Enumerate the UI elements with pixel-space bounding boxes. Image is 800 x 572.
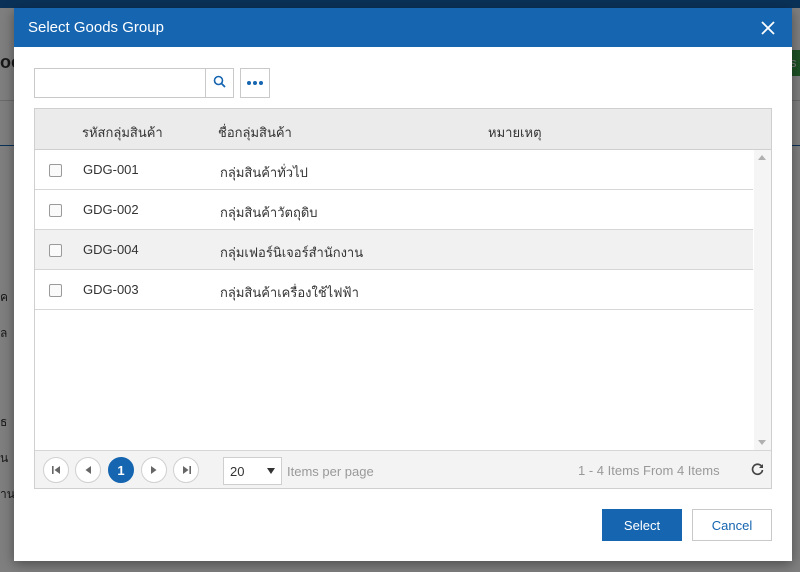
table-row[interactable]: GDG-004 กลุ่มเฟอร์นิเจอร์สำนักงาน: [35, 230, 753, 270]
close-icon[interactable]: [760, 20, 776, 36]
row-code: GDG-003: [83, 282, 139, 297]
row-name: กลุ่มสินค้าวัตถุดิบ: [220, 205, 318, 220]
table-row[interactable]: GDG-001 กลุ่มสินค้าทั่วไป: [35, 150, 753, 190]
last-page-icon: [182, 466, 191, 474]
row-code: GDG-001: [83, 162, 139, 177]
more-options-button[interactable]: [240, 68, 270, 98]
dialog-title: Select Goods Group: [28, 19, 164, 36]
prev-page-button[interactable]: [75, 457, 101, 483]
column-header-code[interactable]: รหัสกลุ่มสินค้า: [82, 122, 163, 143]
refresh-icon[interactable]: [750, 462, 764, 476]
first-page-button[interactable]: [43, 457, 69, 483]
table-row[interactable]: GDG-003 กลุ่มสินค้าเครื่องใช้ไฟฟ้า: [35, 270, 753, 310]
row-name: กลุ่มสินค้าเครื่องใช้ไฟฟ้า: [220, 285, 359, 300]
dialog-toolbar: [34, 68, 270, 98]
items-summary: 1 - 4 Items From 4 Items: [578, 463, 720, 478]
row-checkbox[interactable]: [49, 164, 62, 177]
row-name: กลุ่มเฟอร์นิเจอร์สำนักงาน: [220, 245, 364, 260]
column-header-remark[interactable]: หมายเหตุ: [488, 122, 542, 143]
scroll-down-icon[interactable]: [758, 440, 766, 445]
last-page-button[interactable]: [173, 457, 199, 483]
row-checkbox[interactable]: [49, 204, 62, 217]
search-button[interactable]: [205, 69, 233, 97]
grid-pager: 1 20 Items per page 1 - 4 Items From 4 I…: [35, 450, 771, 488]
dialog-header: Select Goods Group: [14, 8, 792, 47]
select-goods-group-dialog: Select Goods Group รหัสกลุ่มสินค้า ชื่อก…: [14, 8, 792, 561]
next-page-icon: [151, 466, 157, 474]
select-button[interactable]: Select: [602, 509, 682, 541]
column-header-name[interactable]: ชื่อกลุ่มสินค้า: [218, 122, 292, 143]
search-input[interactable]: [35, 69, 205, 97]
search-box: [34, 68, 234, 98]
items-per-page-label: Items per page: [287, 464, 374, 479]
next-page-button[interactable]: [141, 457, 167, 483]
table-row[interactable]: GDG-002 กลุ่มสินค้าวัตถุดิบ: [35, 190, 753, 230]
search-icon: [213, 75, 226, 91]
page-size-value: 20: [230, 463, 245, 479]
chevron-down-icon: [267, 468, 275, 474]
goods-group-grid: รหัสกลุ่มสินค้า ชื่อกลุ่มสินค้า หมายเหตุ…: [34, 108, 772, 489]
page-number-button[interactable]: 1: [108, 457, 134, 483]
row-name: กลุ่มสินค้าทั่วไป: [220, 165, 308, 180]
row-code: GDG-004: [83, 242, 139, 257]
prev-page-icon: [85, 466, 91, 474]
grid-scrollbar[interactable]: [754, 150, 771, 450]
page-size-select[interactable]: 20: [223, 457, 282, 485]
grid-body: GDG-001 กลุ่มสินค้าทั่วไป GDG-002 กลุ่มส…: [35, 150, 753, 450]
grid-header: รหัสกลุ่มสินค้า ชื่อกลุ่มสินค้า หมายเหตุ: [35, 109, 771, 150]
row-code: GDG-002: [83, 202, 139, 217]
first-page-icon: [51, 466, 60, 474]
row-checkbox[interactable]: [49, 284, 62, 297]
scroll-up-icon[interactable]: [758, 155, 766, 160]
cancel-button[interactable]: Cancel: [692, 509, 772, 541]
row-checkbox[interactable]: [49, 244, 62, 257]
more-dots-icon: [246, 81, 264, 85]
